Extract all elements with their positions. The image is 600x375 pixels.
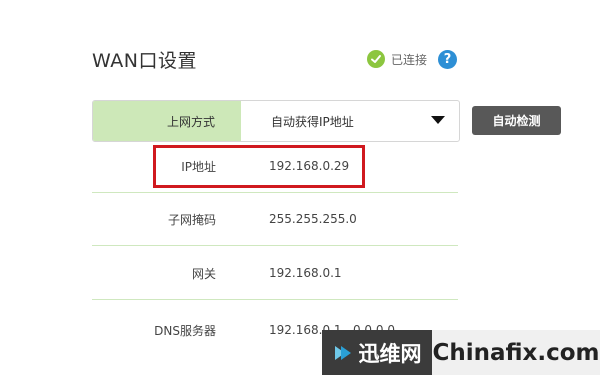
help-icon[interactable]: ? [438,50,457,69]
field-value: 255.255.255.0 [269,212,357,226]
field-row-gateway: 网关 192.168.0.1 [92,247,458,300]
connection-mode-value: 自动获得IP地址 [271,114,354,129]
page-title: WAN口设置 [92,50,197,72]
watermark: 迅维网 Chinafix.com [322,330,600,375]
connection-mode-row: 上网方式 自动获得IP地址 [92,100,460,142]
connection-mode-label-text: 上网方式 [166,114,215,129]
field-label: 网关 [191,266,216,281]
field-label: 子网掩码 [167,212,216,227]
watermark-left-text: 迅维网 [358,341,422,366]
auto-detect-button[interactable]: 自动检测 [472,106,561,135]
watermark-left: 迅维网 [322,330,432,375]
field-row-subnet: 子网掩码 255.255.255.0 [92,193,458,246]
status-text: 已连接 [391,52,428,67]
chevron-down-icon [431,116,445,124]
field-label: DNS服务器 [154,323,216,338]
connection-mode-label: 上网方式 [93,101,241,141]
check-icon [367,50,385,68]
arrow-logo-icon [333,343,353,363]
highlight-box [153,145,365,188]
field-value: 192.168.0.1 [269,266,342,280]
connection-mode-select[interactable]: 自动获得IP地址 [241,101,459,141]
connection-status: 已连接 [367,50,427,68]
watermark-right-text: Chinafix.com [432,330,600,375]
